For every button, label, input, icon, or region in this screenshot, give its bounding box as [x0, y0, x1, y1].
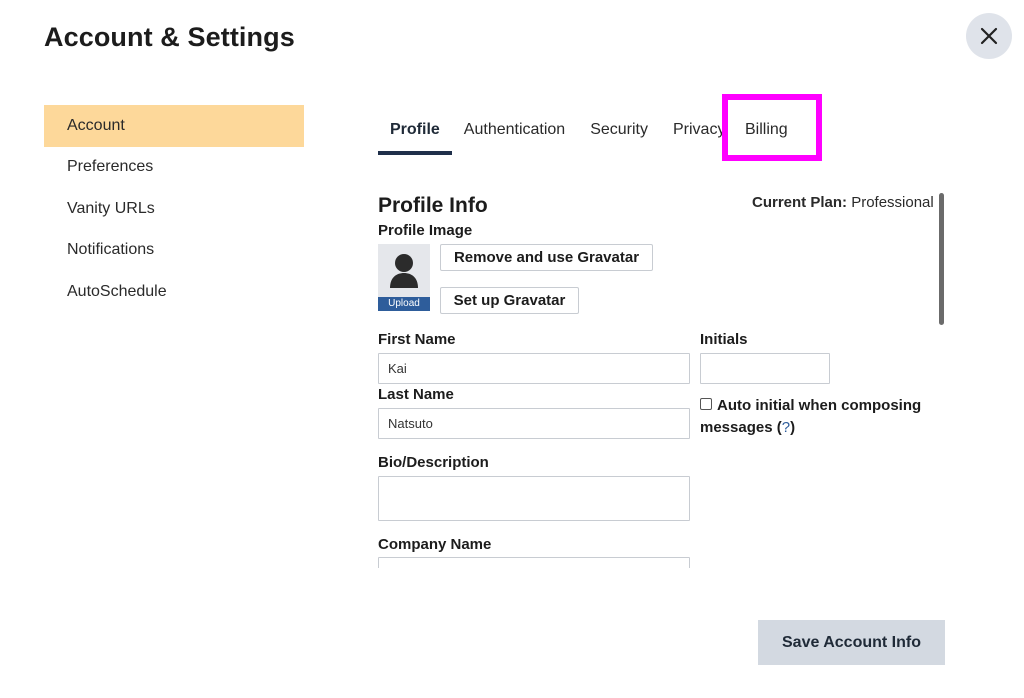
current-plan-label: Current Plan:	[752, 194, 848, 211]
company-name-label: Company Name	[378, 536, 492, 553]
help-link[interactable]: ?	[782, 419, 790, 436]
sidebar-item-account[interactable]: Account	[44, 105, 304, 147]
tab-security[interactable]: Security	[590, 108, 648, 152]
sidebar-item-label: Preferences	[67, 158, 154, 176]
close-icon	[980, 27, 998, 45]
first-name-label: First Name	[378, 331, 456, 348]
auto-initial-label: Auto initial when composing messages (?)	[700, 395, 938, 439]
remove-gravatar-button[interactable]: Remove and use Gravatar	[440, 244, 653, 271]
profile-panel: Profile Info Current Plan: Professional …	[378, 190, 938, 568]
sidebar-item-label: Vanity URLs	[67, 199, 155, 217]
last-name-label: Last Name	[378, 386, 454, 403]
close-button[interactable]	[966, 13, 1012, 59]
company-name-field[interactable]	[378, 557, 690, 568]
avatar[interactable]: Upload	[378, 244, 430, 311]
tab-privacy[interactable]: Privacy	[673, 108, 723, 152]
save-account-info-button[interactable]: Save Account Info	[758, 620, 945, 665]
first-name-field[interactable]: Kai	[378, 353, 690, 384]
current-plan-value: Professional	[851, 194, 934, 211]
page-title: Account & Settings	[44, 22, 295, 52]
help-paren-close: )	[790, 419, 796, 436]
bio-label: Bio/Description	[378, 454, 489, 471]
tab-authentication[interactable]: Authentication	[464, 108, 565, 152]
sidebar-item-vanity-urls[interactable]: Vanity URLs	[44, 188, 304, 230]
sidebar-item-label: AutoSchedule	[67, 282, 167, 300]
initials-label: Initials	[700, 331, 748, 348]
settings-sidebar: Account Preferences Vanity URLs Notifica…	[44, 105, 304, 313]
sidebar-item-label: Account	[67, 116, 125, 134]
profile-image-label: Profile Image	[378, 222, 473, 239]
current-plan: Current Plan: Professional	[752, 194, 934, 211]
tab-profile[interactable]: Profile	[378, 108, 452, 155]
sidebar-item-label: Notifications	[67, 241, 155, 259]
auto-initial-text: Auto initial when composing messages	[700, 397, 922, 436]
user-silhouette-icon	[390, 254, 418, 288]
initials-field[interactable]	[700, 353, 830, 384]
account-tabs: Profile Authentication Security Privacy …	[378, 108, 813, 156]
tab-billing[interactable]: Billing	[745, 108, 788, 152]
sidebar-item-autoschedule[interactable]: AutoSchedule	[44, 271, 304, 313]
last-name-field[interactable]: Natsuto	[378, 408, 690, 439]
bio-field[interactable]	[378, 476, 690, 521]
sidebar-item-preferences[interactable]: Preferences	[44, 147, 304, 189]
sidebar-item-notifications[interactable]: Notifications	[44, 230, 304, 272]
content-scrollbar[interactable]	[939, 193, 944, 325]
setup-gravatar-button[interactable]: Set up Gravatar	[440, 287, 579, 314]
profile-info-heading: Profile Info	[378, 194, 488, 217]
upload-button[interactable]: Upload	[378, 297, 430, 311]
